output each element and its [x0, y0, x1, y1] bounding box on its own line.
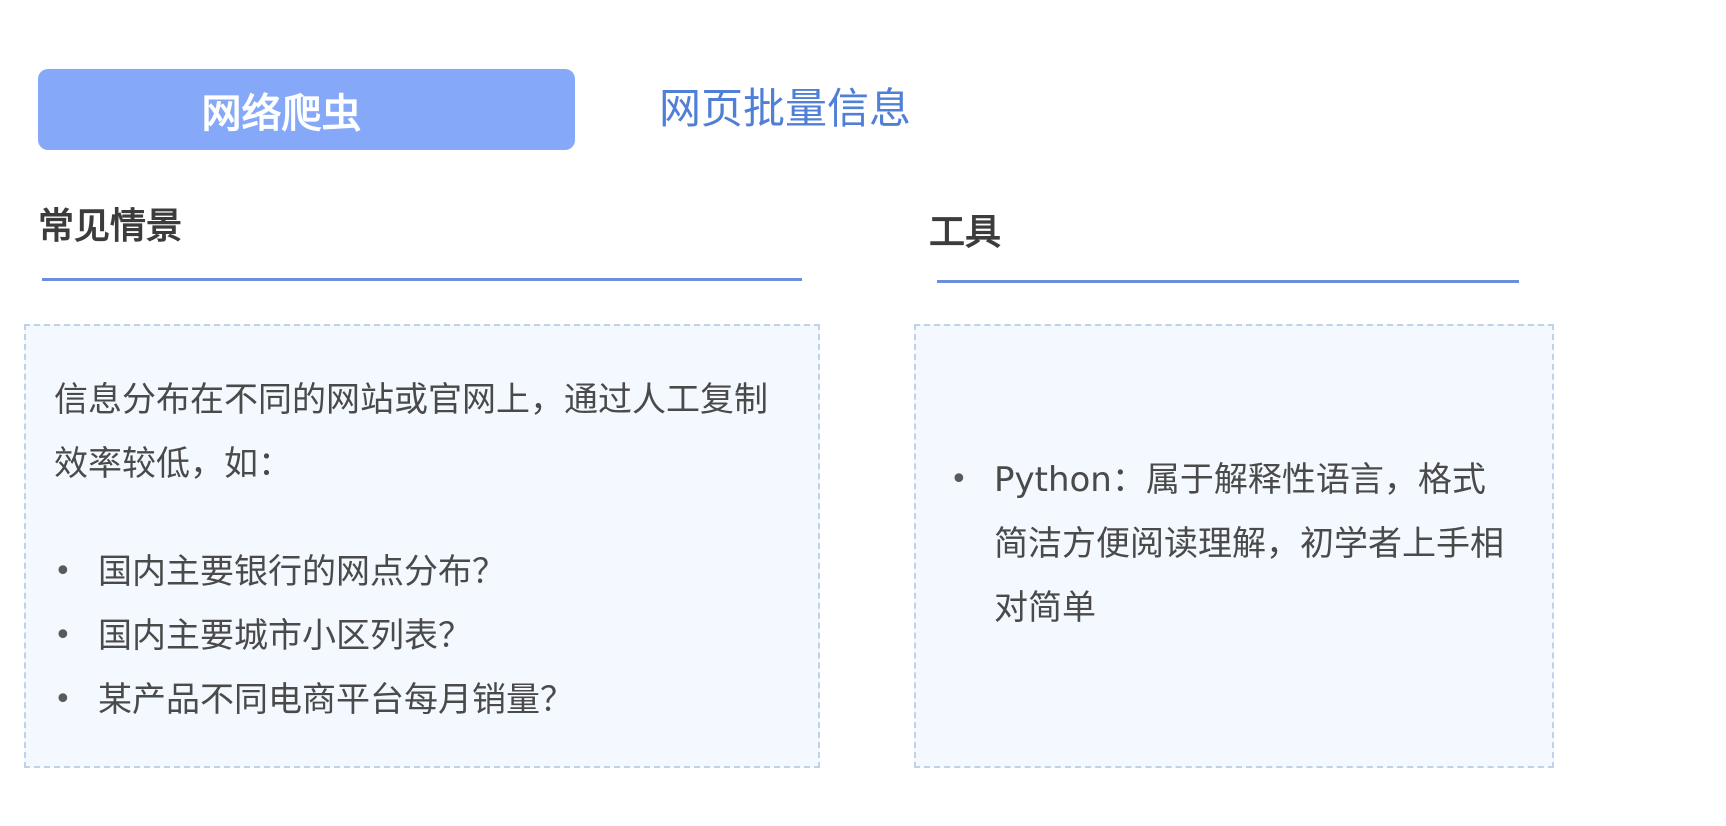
topic-tag-label: 网络爬虫	[201, 90, 362, 137]
topic-tag: 网络爬虫	[38, 69, 575, 150]
tools-panel: Python：属于解释性语言，格式简洁方便阅读理解，初学者上手相对简单	[914, 324, 1554, 768]
list-item: Python：属于解释性语言，格式简洁方便阅读理解，初学者上手相对简单	[950, 448, 1510, 640]
list-item: 某产品不同电商平台每月销量？	[54, 668, 574, 732]
list-item: 国内主要银行的网点分布？	[54, 540, 574, 604]
list-item: 国内主要城市小区列表？	[54, 604, 574, 668]
divider-right	[937, 280, 1519, 283]
tools-list: Python：属于解释性语言，格式简洁方便阅读理解，初学者上手相对简单	[950, 448, 1510, 640]
scenarios-panel: 信息分布在不同的网站或官网上，通过人工复制效率较低，如： 国内主要银行的网点分布…	[24, 324, 820, 768]
topic-subtitle: 网页批量信息	[659, 84, 912, 133]
section-title-scenarios: 常见情景	[38, 206, 183, 247]
slide: 网络爬虫 网页批量信息 常见情景 工具 信息分布在不同的网站或官网上，通过人工复…	[0, 0, 1726, 826]
section-title-tools: 工具	[929, 212, 1002, 253]
scenarios-paragraph: 信息分布在不同的网站或官网上，通过人工复制效率较低，如：	[54, 380, 768, 484]
scenarios-list: 国内主要银行的网点分布？ 国内主要城市小区列表？ 某产品不同电商平台每月销量？	[54, 540, 574, 732]
divider-left	[42, 278, 802, 281]
